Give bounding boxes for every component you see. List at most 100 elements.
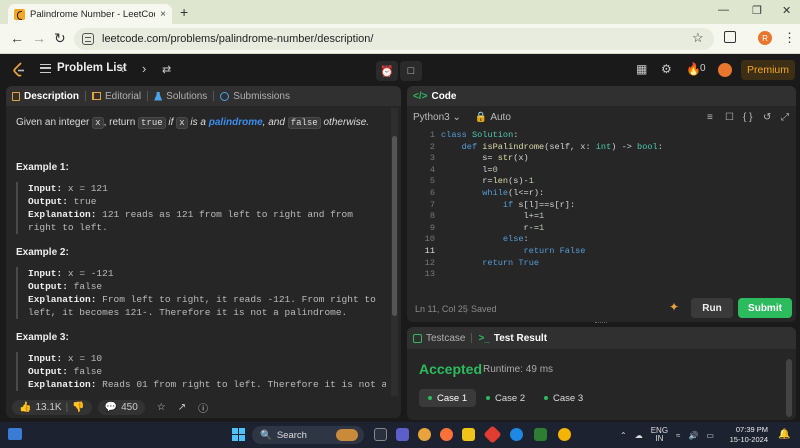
notes-icon[interactable]: □ bbox=[400, 61, 422, 81]
leetcode-logo-icon[interactable] bbox=[12, 62, 26, 78]
tray-chevron-icon[interactable]: ⌃ bbox=[620, 431, 627, 440]
thumbs-down-icon[interactable]: 👎 bbox=[72, 402, 84, 413]
taskbar-search[interactable]: 🔍 Search bbox=[252, 426, 364, 444]
panel-resize-handle[interactable] bbox=[595, 322, 607, 325]
editorial-icon bbox=[92, 92, 102, 100]
file-explorer-icon[interactable] bbox=[462, 428, 475, 441]
clock[interactable]: 07:39 PM 15-10-2024 bbox=[722, 425, 768, 445]
notification-bell-icon[interactable]: 🔔 bbox=[778, 429, 790, 440]
line-number: 2 bbox=[429, 141, 435, 152]
format-icon[interactable]: ≡ bbox=[707, 112, 713, 123]
app-green-icon[interactable] bbox=[534, 428, 547, 441]
example-box: Input: x = -121 Output: false Explanatio… bbox=[16, 267, 386, 319]
example-heading: Example 2: bbox=[16, 247, 69, 258]
chrome-icon[interactable] bbox=[418, 428, 431, 441]
bookmark-star-icon[interactable]: ☆ bbox=[692, 30, 704, 46]
site-info-icon[interactable] bbox=[82, 33, 94, 45]
chrome-menu-icon[interactable]: ⋮ bbox=[783, 30, 796, 46]
favorite-star-icon[interactable]: ☆ bbox=[157, 402, 166, 413]
tab-editorial[interactable]: Editorial bbox=[86, 91, 147, 102]
list-icon bbox=[40, 63, 51, 73]
volume-icon[interactable]: 🔊 bbox=[688, 431, 698, 440]
code-editor[interactable]: 1 2 3 4 5 6 7 8 9 10 11 12 13 class Solution: def is… bbox=[407, 130, 796, 280]
streak-flame-icon[interactable]: 🔥 bbox=[686, 62, 701, 76]
tab-description[interactable]: Description bbox=[6, 91, 85, 102]
braces-icon[interactable]: { } bbox=[743, 112, 752, 123]
minimize-icon[interactable]: — bbox=[718, 4, 729, 16]
firefox-icon[interactable] bbox=[440, 428, 453, 441]
browser-tab[interactable]: Palindrome Number - LeetCode × bbox=[8, 4, 172, 24]
code-line: s= str(x) bbox=[441, 153, 529, 164]
case-tab-1[interactable]: Case 1 bbox=[419, 389, 477, 407]
description-panel: Description Editorial Solutions Submissi… bbox=[6, 86, 401, 418]
teams-icon[interactable] bbox=[396, 428, 409, 441]
palindrome-link[interactable]: palindrome bbox=[209, 117, 263, 128]
saved-status: Saved bbox=[471, 304, 497, 314]
line-number: 7 bbox=[429, 199, 435, 210]
tab-solutions[interactable]: Solutions bbox=[148, 91, 213, 102]
code-line: r-=1 bbox=[441, 222, 545, 233]
code-line: return False bbox=[523, 246, 586, 256]
auto-mode-label[interactable]: Auto bbox=[490, 112, 511, 123]
user-avatar[interactable] bbox=[718, 63, 732, 77]
case-tab-2[interactable]: Case 2 bbox=[477, 389, 534, 407]
code-panel-header: </> Code bbox=[407, 86, 796, 106]
battery-icon[interactable]: ▭ bbox=[706, 431, 714, 440]
layout-grid-icon[interactable]: ▦ bbox=[636, 62, 647, 76]
forward-icon[interactable]: → bbox=[32, 30, 46, 46]
help-icon[interactable]: ⓘ bbox=[198, 400, 208, 415]
prev-problem-icon[interactable]: ‹ bbox=[120, 61, 124, 76]
tab-submissions[interactable]: Submissions bbox=[214, 91, 296, 102]
debug-icon[interactable]: ✦ bbox=[669, 300, 679, 314]
reload-icon[interactable]: ↻ bbox=[54, 30, 66, 47]
tab-close-icon[interactable]: × bbox=[160, 9, 166, 20]
premium-button[interactable]: Premium bbox=[741, 60, 795, 80]
wifi-icon[interactable]: ≈ bbox=[676, 431, 680, 440]
description-icon bbox=[12, 91, 20, 101]
description-scrollbar-thumb[interactable] bbox=[392, 136, 397, 316]
onedrive-icon[interactable]: ☁ bbox=[635, 431, 643, 440]
share-icon[interactable]: ↗ bbox=[178, 402, 186, 413]
case-tab-3[interactable]: Case 3 bbox=[535, 389, 592, 407]
address-bar-row: ← → ↻ leetcode.com/problems/palindrome-n… bbox=[0, 24, 800, 54]
language-indicator[interactable]: ENG IN bbox=[651, 427, 668, 443]
example-heading: Example 3: bbox=[16, 332, 69, 343]
maximize-icon[interactable]: ❐ bbox=[752, 4, 762, 17]
result-status: Accepted bbox=[419, 361, 483, 377]
task-view-icon[interactable] bbox=[374, 428, 387, 441]
submit-button[interactable]: Submit bbox=[738, 298, 792, 318]
profile-avatar[interactable]: R bbox=[758, 31, 772, 45]
code-line: return True bbox=[482, 257, 540, 268]
test-scrollbar[interactable] bbox=[786, 359, 792, 417]
run-button[interactable]: Run bbox=[691, 298, 733, 318]
new-tab-button[interactable]: + bbox=[180, 4, 188, 20]
language-select[interactable]: Python3 ⌄ bbox=[413, 112, 461, 123]
chrome-active-icon[interactable] bbox=[558, 428, 571, 441]
edge-icon[interactable] bbox=[510, 428, 523, 441]
next-problem-icon[interactable]: › bbox=[142, 61, 146, 76]
extensions-icon[interactable] bbox=[724, 31, 736, 43]
tab-testcase[interactable]: Testcase bbox=[407, 333, 471, 344]
url-bar[interactable]: leetcode.com/problems/palindrome-number/… bbox=[74, 28, 714, 50]
settings-gear-icon[interactable]: ⚙ bbox=[661, 62, 672, 76]
search-highlight-icon bbox=[336, 429, 358, 441]
problem-statement: Given an integer x, return true if x is … bbox=[16, 117, 370, 129]
problem-list-link[interactable]: Problem List bbox=[40, 62, 127, 74]
line-number: 4 bbox=[429, 164, 435, 175]
timer-icon[interactable]: ⏰ bbox=[376, 61, 398, 81]
reset-code-icon[interactable]: ↺ bbox=[763, 112, 771, 123]
fullscreen-icon[interactable]: ⤢ bbox=[781, 112, 789, 123]
app-red-icon[interactable] bbox=[483, 425, 502, 444]
close-window-icon[interactable]: ✕ bbox=[782, 4, 791, 17]
back-icon[interactable]: ← bbox=[10, 30, 24, 46]
bookmark-icon[interactable]: ☐ bbox=[725, 112, 734, 123]
like-button[interactable]: 👍 13.1K | 👎 bbox=[12, 399, 92, 415]
tab-test-result[interactable]: >_ Test Result bbox=[472, 333, 553, 344]
search-icon: 🔍 bbox=[260, 429, 272, 441]
passed-dot-icon bbox=[544, 396, 548, 400]
tab-code[interactable]: </> Code bbox=[407, 91, 462, 102]
shuffle-icon[interactable]: ⇄ bbox=[162, 63, 171, 76]
comments-button[interactable]: 💬 450 bbox=[97, 399, 145, 415]
windows-start-icon[interactable] bbox=[232, 428, 245, 441]
widgets-icon[interactable] bbox=[8, 428, 22, 440]
